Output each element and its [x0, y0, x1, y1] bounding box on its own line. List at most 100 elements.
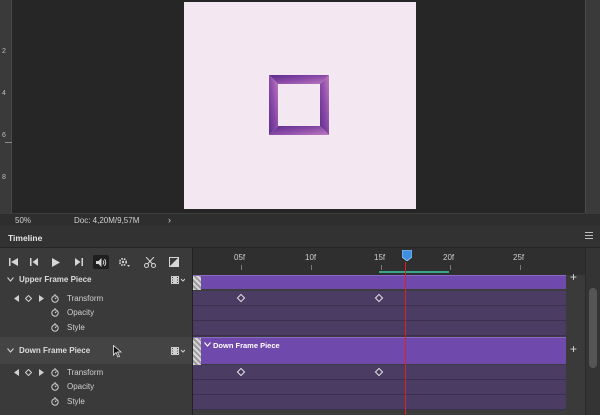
clip-trim-handle[interactable]	[193, 276, 201, 290]
property-label: Opacity	[67, 308, 95, 317]
previous-frame-icon	[29, 258, 38, 266]
play-button[interactable]	[49, 256, 63, 268]
property-label: Opacity	[67, 382, 95, 391]
stopwatch-icon[interactable]	[51, 382, 59, 391]
audio-toggle-button[interactable]	[93, 255, 109, 269]
work-area-bar[interactable]	[379, 271, 449, 273]
next-keyframe-icon[interactable]	[39, 369, 44, 376]
keyframe-diamond[interactable]	[236, 367, 246, 377]
keyframe-diamond[interactable]	[374, 367, 384, 377]
ruler-label: 2	[2, 48, 6, 55]
stopwatch-icon[interactable]	[51, 368, 59, 377]
vertical-ruler: 2 4 6 8	[0, 0, 12, 213]
panel-menu-icon[interactable]	[585, 232, 593, 241]
add-media-plus-icon[interactable]: +	[570, 342, 577, 356]
keyframe-diamond[interactable]	[236, 293, 246, 303]
clip-label: Down Frame Piece	[213, 341, 280, 350]
next-frame-button[interactable]	[71, 256, 85, 268]
property-label: Style	[67, 323, 85, 332]
clip-upper-frame-piece[interactable]	[193, 275, 566, 290]
gear-icon	[118, 257, 130, 267]
next-keyframe-icon[interactable]	[39, 295, 44, 302]
mouse-cursor-icon	[113, 345, 122, 358]
ruler-label: 6	[2, 132, 6, 139]
playback-controls	[0, 248, 192, 275]
timeline-ruler[interactable]: 05f 10f 15f 20f 25f	[192, 248, 585, 275]
ruler-tick	[241, 265, 242, 270]
ruler-tick	[311, 265, 312, 270]
add-keyframe-icon[interactable]	[25, 369, 32, 376]
render-settings-button[interactable]	[117, 256, 131, 268]
film-strip-icon[interactable]	[171, 347, 185, 355]
scissors-icon	[144, 256, 156, 268]
layer-row-upper-frame-piece[interactable]: Upper Frame Piece	[0, 275, 192, 289]
ruler-tick	[5, 142, 12, 143]
chevron-down-icon[interactable]	[204, 342, 211, 347]
chevron-down-icon[interactable]	[7, 277, 14, 282]
add-media-plus-icon[interactable]: +	[570, 270, 577, 284]
stopwatch-icon[interactable]	[51, 308, 59, 317]
stopwatch-icon[interactable]	[51, 397, 59, 406]
track-row-opacity[interactable]	[193, 380, 566, 395]
playhead-line[interactable]	[405, 262, 406, 415]
track-row-transform[interactable]	[193, 291, 566, 306]
clip-down-frame-piece[interactable]: Down Frame Piece	[193, 337, 566, 365]
split-at-playhead-button[interactable]	[143, 256, 157, 268]
transition-button[interactable]	[167, 256, 181, 268]
ruler-label-15f: 15f	[374, 253, 386, 262]
property-label: Style	[67, 397, 85, 406]
clip-trim-handle[interactable]	[193, 338, 201, 365]
previous-keyframe-icon[interactable]	[14, 369, 19, 376]
frame-artwork[interactable]	[269, 75, 329, 135]
document-info: Doc: 4,20M/9,57M	[74, 216, 140, 225]
ruler-tick	[450, 265, 451, 270]
add-keyframe-icon[interactable]	[25, 295, 32, 302]
ruler-label: 8	[2, 174, 6, 181]
layers-list: Upper Frame Piece Transform Opacity Styl…	[0, 275, 192, 415]
previous-frame-button[interactable]	[27, 256, 41, 268]
zoom-level[interactable]: 50%	[15, 216, 31, 225]
property-label: Transform	[67, 368, 104, 377]
keyframe-diamond[interactable]	[374, 293, 384, 303]
previous-keyframe-icon[interactable]	[14, 295, 19, 302]
track-row-style[interactable]	[193, 321, 566, 336]
status-menu-arrow-icon[interactable]: ›	[168, 215, 171, 225]
transition-icon	[169, 257, 179, 267]
property-row-opacity[interactable]: Opacity	[0, 305, 192, 320]
stopwatch-icon[interactable]	[51, 323, 59, 332]
go-to-first-frame-button[interactable]	[6, 256, 20, 268]
ruler-tick	[520, 265, 521, 270]
panel-title[interactable]: Timeline	[8, 233, 42, 243]
scrollbar-thumb[interactable]	[589, 288, 597, 368]
film-strip-icon[interactable]	[171, 276, 185, 284]
timeline-tracks: Down Frame Piece	[192, 275, 566, 415]
track-row-style[interactable]	[193, 395, 566, 410]
timeline-panel: Timeline 05f 10f 15f 20f 25f Upper Frame…	[0, 226, 600, 415]
next-frame-icon	[74, 258, 83, 266]
ruler-label-25f: 25f	[513, 253, 525, 262]
stopwatch-icon[interactable]	[51, 294, 59, 303]
timeline-vertical-scrollbar[interactable]	[585, 248, 600, 415]
ruler-label-10f: 10f	[305, 253, 317, 262]
layer-row-down-frame-piece[interactable]: Down Frame Piece	[0, 337, 192, 364]
property-label: Transform	[67, 294, 104, 303]
track-row-opacity[interactable]	[193, 306, 566, 321]
ruler-tick	[381, 265, 382, 270]
property-row-transform[interactable]: Transform	[0, 291, 192, 306]
status-bar: 50% Doc: 4,20M/9,57M ›	[0, 213, 600, 226]
ruler-label-05f: 05f	[234, 253, 246, 262]
playhead-handle[interactable]	[402, 250, 412, 261]
property-row-style[interactable]: Style	[0, 320, 192, 335]
property-row-transform[interactable]: Transform	[0, 365, 192, 380]
chevron-down-icon[interactable]	[7, 348, 14, 353]
layer-name[interactable]: Upper Frame Piece	[19, 275, 91, 284]
property-row-opacity[interactable]: Opacity	[0, 379, 192, 394]
track-row-transform[interactable]	[193, 365, 566, 380]
panel-header: Timeline	[0, 226, 600, 248]
vertical-scrollbar[interactable]	[585, 0, 600, 213]
ruler-label-20f: 20f	[443, 253, 455, 262]
layer-name[interactable]: Down Frame Piece	[19, 346, 90, 355]
first-frame-icon	[8, 258, 18, 266]
property-row-style[interactable]: Style	[0, 394, 192, 409]
canvas-area: 2 4 6 8	[0, 0, 600, 213]
